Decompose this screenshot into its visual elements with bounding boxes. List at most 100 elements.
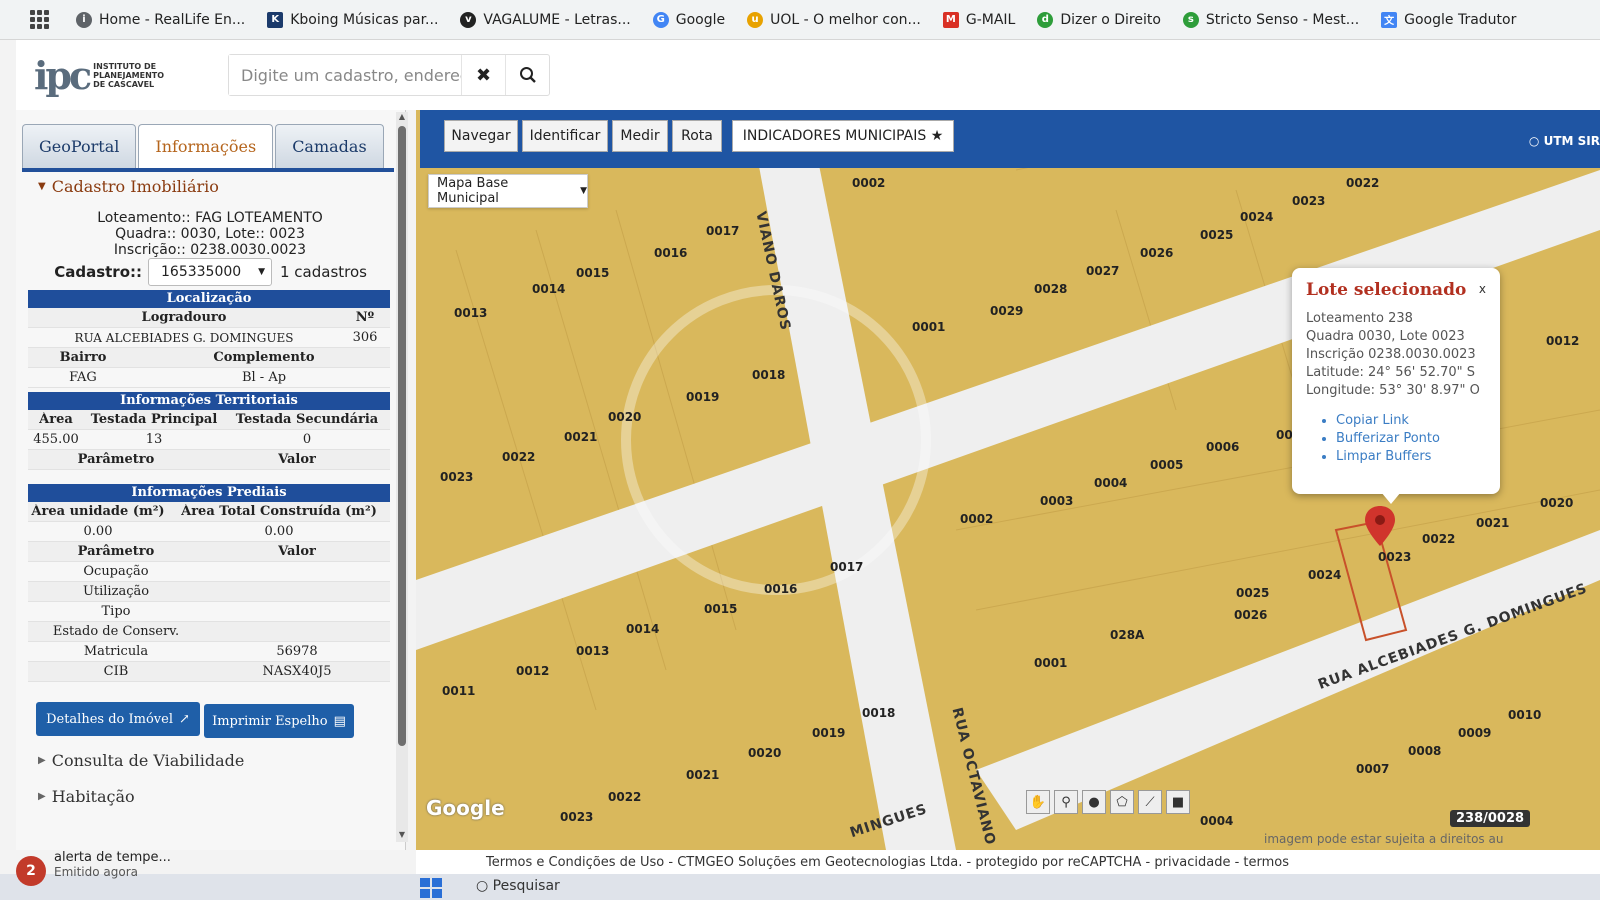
tool-navegar[interactable]: Navegar [444, 120, 518, 152]
limpar-buffers[interactable]: Limpar Buffers [1336, 448, 1486, 466]
info-icon: i [76, 11, 92, 28]
section-cadastro-imobiliario[interactable]: ▼ Cadastro Imobiliário [24, 172, 396, 200]
popup-title: Lote selecionado [1306, 280, 1467, 300]
table-row: Estado de Conserv. [28, 622, 390, 642]
footer[interactable]: Termos e Condições de Uso - CTMGEO Soluç… [416, 850, 1600, 874]
circle-icon[interactable]: ● [1082, 790, 1106, 814]
printer-icon: ▤ [333, 713, 346, 729]
lot-label: 0021 [1476, 516, 1510, 530]
screen: i Home - RealLife En... K Kboing Músicas p… [0, 0, 1600, 900]
windows-start-icon[interactable] [420, 878, 444, 898]
bookmark-stricto-senso[interactable]: s Stricto Senso - Mest... [1182, 11, 1359, 28]
tab-informacoes[interactable]: Informações [138, 124, 274, 168]
notification-sub: Emitido agora [54, 865, 139, 879]
lot-label: 0024 [1240, 210, 1274, 224]
section-habitacao[interactable]: ▶ Habitação [24, 782, 396, 810]
map-marker-icon[interactable] [1365, 506, 1395, 546]
table-row: Ocupação [28, 562, 390, 582]
bookmark-dizer-direito[interactable]: d Dizer o Direito [1037, 11, 1161, 28]
map-view[interactable]: Navegar Identificar Medir Rota INDICADOR… [416, 110, 1600, 850]
table-row: Matricula 56978 [28, 642, 390, 662]
copiar-link[interactable]: Copiar Link [1336, 412, 1486, 430]
search-icon [519, 67, 536, 83]
table-row: FAG Bl - Ap [28, 368, 390, 388]
indicadores-municipais-button[interactable]: INDICADORES MUNICIPAIS ★ [732, 120, 954, 152]
table-row: Parâmetro Valor [28, 542, 390, 562]
popup-close-button[interactable]: x [1479, 282, 1486, 296]
tool-rota[interactable]: Rota [672, 120, 722, 152]
tab-camadas[interactable]: Camadas [275, 124, 384, 168]
search-input[interactable] [229, 55, 461, 95]
ipc-logo[interactable]: ipc INSTITUTO DE PLANEJAMENTO DE CASCAVE… [34, 53, 194, 98]
scroll-down-icon[interactable]: ▼ [396, 830, 408, 842]
apps-grid-icon[interactable] [30, 9, 50, 30]
search-button[interactable] [505, 55, 549, 95]
lot-label: 0008 [1408, 744, 1442, 758]
notification-title: alerta de tempe... [54, 850, 171, 865]
google-icon: G [652, 11, 669, 28]
dizer-icon: d [1037, 11, 1054, 28]
lot-label: 0001 [1034, 656, 1068, 670]
hand-icon[interactable]: ✋ [1026, 790, 1050, 814]
weather-notification[interactable]: 2 alerta de tempe... Emitido agora [16, 850, 216, 900]
lot-label: 0006 [1206, 440, 1240, 454]
lot-label: 0014 [532, 282, 566, 296]
scroll-up-icon[interactable]: ▲ [396, 112, 408, 124]
lot-label: 0002 [960, 512, 994, 526]
lot-label: 0023 [1378, 550, 1412, 564]
popup-line: Latitude: 24° 56' 52.70" S [1306, 365, 1476, 380]
lot-label: 028A [1110, 628, 1145, 642]
lot-label: 0026 [1140, 246, 1174, 260]
bookmarks-bar: i Home - RealLife En... K Kboing Músicas p… [0, 0, 1600, 40]
lot-badge: 238/0028 [1450, 810, 1531, 827]
bufferizar-ponto[interactable]: Bufferizar Ponto [1336, 430, 1486, 448]
tab-geoportal[interactable]: GeoPortal [22, 124, 137, 168]
table-row: RUA ALCEBIADES G. DOMINGUES 306 [28, 328, 390, 348]
line-icon[interactable]: ⟋ [1138, 790, 1162, 814]
panel-scrollbar[interactable]: ▲ ▼ [396, 112, 408, 842]
base-map-select[interactable]: Mapa Base Municipal ▼ [428, 174, 588, 208]
quadra-lote-text: Quadra:: 0030, Lote:: 0023 [115, 226, 305, 242]
detalhes-imovel-button[interactable]: Detalhes do Imóvel ↗ [36, 702, 200, 736]
bookmark-uol[interactable]: u UOL - O melhor con... [747, 11, 921, 28]
panel-tabs: GeoPortal Informações Camadas [22, 124, 384, 170]
bookmark-gmail[interactable]: M G-MAIL [942, 11, 1015, 28]
lot-label: 0016 [654, 246, 688, 260]
imprimir-espelho-button[interactable]: Imprimir Espelho ▤ [204, 704, 354, 738]
tool-identificar[interactable]: Identificar [522, 120, 608, 152]
lot-label: 0012 [1546, 334, 1580, 348]
cadastro-count: 1 cadastros [280, 263, 367, 281]
cadastro-select[interactable]: 165335000 ▼ [148, 258, 272, 286]
logo-mark: ipc [34, 52, 92, 98]
caret-right-icon: ▶ [38, 754, 46, 766]
pin-icon[interactable]: ⚲ [1054, 790, 1078, 814]
lot-label: 0013 [454, 306, 488, 320]
bookmark-kboing[interactable]: K Kboing Músicas par... [267, 11, 438, 28]
popup-pointer [1381, 492, 1401, 504]
lot-label: 0004 [1094, 476, 1128, 490]
tool-medir[interactable]: Medir [612, 120, 668, 152]
inscricao-text: Inscrição:: 0238.0030.0023 [113, 242, 307, 258]
bookmark-vagalume[interactable]: v VAGALUME - Letras... [460, 11, 631, 28]
utm-toggle[interactable]: ○ UTM SIR [1529, 134, 1600, 148]
polygon-icon[interactable]: ⬠ [1110, 790, 1134, 814]
lot-label: 0001 [912, 320, 946, 334]
section-consulta-viabilidade[interactable]: ▶ Consulta de Viabilidade [24, 746, 396, 774]
scroll-thumb[interactable] [398, 126, 406, 746]
lot-label: 0012 [516, 664, 550, 678]
taskbar-search[interactable]: ○ Pesquisar [476, 878, 560, 894]
lot-label: 0023 [440, 470, 474, 484]
square-icon[interactable]: ■ [1166, 790, 1190, 814]
clear-search-button[interactable]: ✖ [461, 55, 505, 95]
lot-label: 0022 [1346, 176, 1380, 190]
bookmark-google-tradutor[interactable]: 文 Google Tradutor [1381, 11, 1516, 28]
lot-label: 0019 [812, 726, 846, 740]
alert-icon: 2 [16, 856, 46, 886]
lot-label: 0022 [502, 450, 536, 464]
bookmark-google[interactable]: G Google [652, 11, 725, 28]
bookmark-home-reallife[interactable]: i Home - RealLife En... [76, 11, 245, 28]
lot-label: 0020 [748, 746, 782, 760]
caret-right-icon: ▶ [38, 790, 46, 802]
lot-label: 0023 [560, 810, 594, 824]
lot-label: 0015 [704, 602, 738, 616]
